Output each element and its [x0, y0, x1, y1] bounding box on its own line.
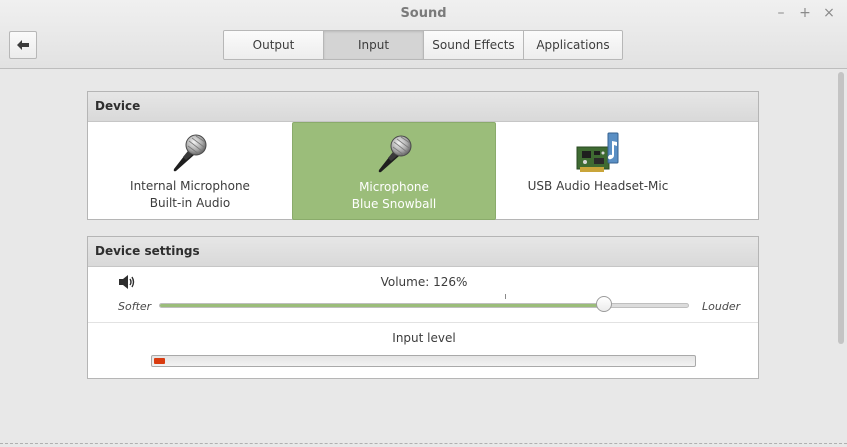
input-level-label: Input level: [392, 331, 456, 345]
scrollbar[interactable]: [838, 72, 844, 344]
tab-applications[interactable]: Applications: [524, 31, 622, 59]
device-settings-panel: Device settings Volume: 126% Softer Loud…: [87, 236, 759, 379]
window-title: Sound: [400, 6, 447, 21]
device-section-title: Device: [88, 92, 758, 122]
sound-card-icon: [576, 132, 619, 172]
device-usb-audio-headset-mic[interactable]: USB Audio Headset-Mic: [496, 122, 700, 220]
sound-window: Sound – + × Output Input Sound Effects A…: [0, 0, 847, 447]
section-divider: [88, 322, 758, 323]
window-bottom-edge: [0, 443, 847, 444]
microphone-icon: [173, 134, 207, 172]
softer-label: Softer: [118, 300, 152, 313]
maximize-button[interactable]: +: [796, 4, 814, 22]
device-internal-microphone[interactable]: Internal Microphone Built-in Audio: [88, 122, 292, 220]
device-list: Internal Microphone Built-in Audio Micro…: [88, 122, 758, 220]
settings-section-title: Device settings: [88, 237, 758, 267]
volume-slider-handle[interactable]: [596, 296, 613, 312]
tab-output[interactable]: Output: [224, 31, 324, 59]
input-level-fill: [154, 358, 165, 364]
microphone-icon: [378, 135, 412, 173]
device-name: Microphone: [359, 180, 429, 194]
device-name: USB Audio Headset-Mic: [527, 179, 669, 193]
device-detail: Built-in Audio: [149, 196, 231, 210]
minimize-button[interactable]: –: [772, 4, 790, 22]
device-blue-snowball[interactable]: Microphone Blue Snowball: [292, 122, 496, 220]
device-panel: Device Internal Microphone Built-in Audi…: [87, 91, 759, 220]
volume-slider-fill: [160, 304, 606, 307]
close-button[interactable]: ×: [820, 4, 838, 22]
back-button[interactable]: [9, 31, 37, 59]
louder-label: Louder: [702, 300, 741, 313]
device-detail: Blue Snowball: [351, 197, 437, 211]
header-bar: Sound – + × Output Input Sound Effects A…: [0, 0, 847, 69]
input-level-meter: [151, 355, 696, 367]
slider-100-percent-mark: [505, 294, 506, 299]
tab-input[interactable]: Input: [324, 31, 424, 59]
volume-label: Volume: 126%: [380, 275, 468, 289]
arrow-left-icon: [17, 40, 29, 50]
tab-sound-effects[interactable]: Sound Effects: [424, 31, 524, 59]
device-name: Internal Microphone: [130, 179, 250, 193]
tab-bar: Output Input Sound Effects Applications: [223, 30, 623, 60]
